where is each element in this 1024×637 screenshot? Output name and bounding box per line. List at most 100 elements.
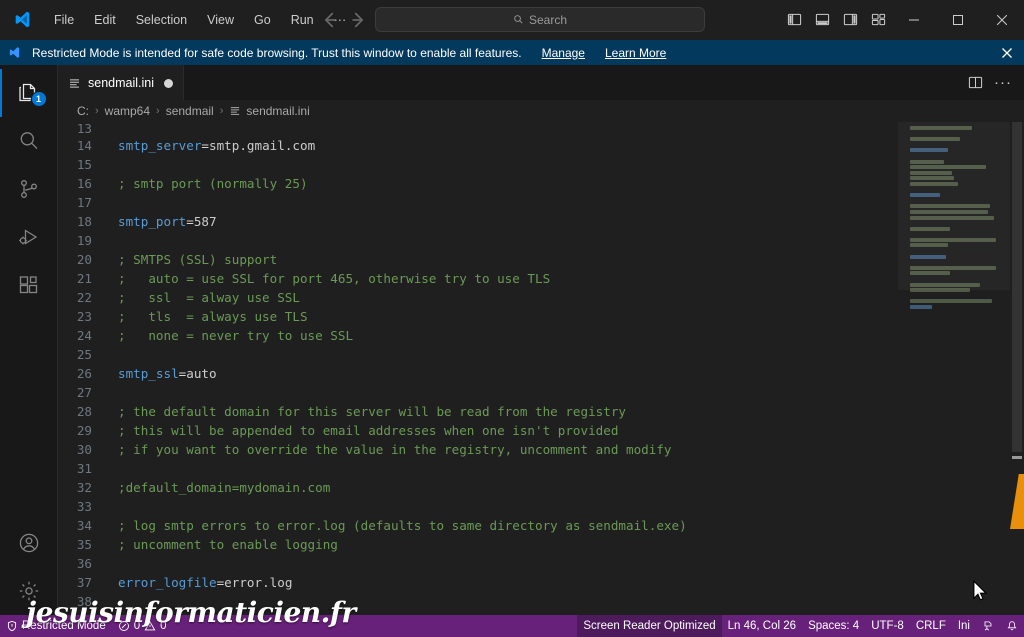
banner-learn-more-link[interactable]: Learn More (605, 45, 666, 61)
search-input[interactable]: Search (375, 7, 705, 32)
code-line[interactable]: 15 (58, 155, 898, 174)
menu-selection[interactable]: Selection (127, 8, 196, 32)
code-line[interactable]: 31 (58, 459, 898, 478)
arrow-left-icon[interactable] (319, 9, 341, 31)
code-token: smtp_ssl (118, 366, 179, 381)
status-eol[interactable]: CRLF (910, 615, 952, 637)
line-number: 37 (76, 575, 92, 590)
status-problems[interactable]: 0 0 (112, 615, 173, 637)
code-line[interactable]: 30 ; if you want to override the value in… (58, 440, 898, 459)
manage-settings-button[interactable] (0, 567, 58, 615)
banner-close-button[interactable] (998, 44, 1016, 62)
code-line[interactable]: 25 (58, 345, 898, 364)
editor-tab-dirty-indicator[interactable] (164, 78, 174, 88)
code-line[interactable]: 23 ; tls = always use TLS (58, 307, 898, 326)
code-line[interactable]: 29 ; this will be appended to email addre… (58, 421, 898, 440)
code-line-text: smtp_ssl=auto (106, 366, 217, 381)
line-number: 14 (76, 138, 92, 153)
menu-file[interactable]: File (45, 8, 83, 32)
editor-tab-sendmail-ini[interactable]: sendmail.ini (58, 65, 185, 100)
code-line[interactable]: 36 (58, 554, 898, 573)
line-number: 38 (76, 594, 92, 609)
code-token: smtp.gmail.com (209, 138, 316, 153)
split-editor-right-button[interactable] (962, 70, 988, 96)
code-line[interactable]: 32 ;default_domain=mydomain.com (58, 478, 898, 497)
code-token: ; none = never try to use SSL (118, 328, 354, 343)
code-line[interactable]: 33 (58, 497, 898, 516)
sidebar-item-source-control[interactable] (0, 165, 58, 213)
code-line[interactable]: 17 (58, 193, 898, 212)
code-line-text: ; smtp port (normally 25) (106, 176, 308, 191)
code-line[interactable]: 20 ; SMTPS (SSL) support (58, 250, 898, 269)
code-line[interactable]: 24 ; none = never try to use SSL (58, 326, 898, 345)
status-notifications[interactable] (1000, 615, 1024, 637)
code-line[interactable]: 22 ; ssl = alway use SSL (58, 288, 898, 307)
window-close-button[interactable] (980, 0, 1024, 40)
code-line[interactable]: 37 error_logfile=error.log (58, 573, 898, 592)
more-actions-button[interactable]: ··· (990, 70, 1016, 96)
window-minimize-button[interactable] (892, 0, 936, 40)
window-maximize-button[interactable] (936, 0, 980, 40)
code-token: ;default_domain=mydomain.com (118, 480, 331, 495)
bell-icon (1007, 621, 1017, 631)
toggle-secondary-sidebar-icon[interactable] (837, 7, 863, 33)
code-token: = (201, 138, 209, 153)
breadcrumb-item-sendmail[interactable]: sendmail (166, 104, 214, 118)
ellipsis-icon: ··· (994, 73, 1012, 91)
code-line[interactable]: 18 smtp_port=587 (58, 212, 898, 231)
debug-icon (18, 229, 37, 245)
arrow-right-icon[interactable] (347, 9, 369, 31)
toggle-panel-icon[interactable] (809, 7, 835, 33)
status-encoding[interactable]: UTF-8 (865, 615, 910, 637)
menu-run[interactable]: Run (282, 8, 323, 32)
code-line-text: ; uncomment to enable logging (106, 537, 338, 552)
customize-layout-icon[interactable] (865, 7, 891, 33)
code-line[interactable]: 26 smtp_ssl=auto (58, 364, 898, 383)
sidebar-item-explorer[interactable]: 1 (0, 69, 58, 117)
status-restricted-mode[interactable]: Restricted Mode (0, 615, 112, 637)
status-language-mode[interactable]: Ini (952, 615, 976, 637)
menu-bar: File Edit Selection View Go Run ··· (44, 0, 356, 40)
breadcrumb-item-drive[interactable]: C: (77, 104, 89, 118)
status-screen-reader[interactable]: Screen Reader Optimized (577, 615, 722, 637)
code-line[interactable]: 27 (58, 383, 898, 402)
workbench-body: 1 sendmail.ini ··· C: › wamp64 › sendmai… (0, 65, 1024, 615)
line-number: 20 (76, 252, 92, 267)
toggle-primary-sidebar-icon[interactable] (781, 7, 807, 33)
scrollbar-thumb[interactable] (1012, 122, 1022, 452)
split-editor-icon (968, 76, 982, 89)
code-line[interactable]: 13 (58, 124, 898, 136)
breadcrumb-item-file[interactable]: sendmail.ini (229, 104, 310, 118)
editor-vertical-scrollbar[interactable] (1010, 122, 1024, 615)
editor-actions: ··· (962, 65, 1024, 100)
code-line[interactable]: 19 (58, 231, 898, 250)
status-feedback[interactable] (976, 615, 1000, 637)
menu-edit[interactable]: Edit (85, 8, 125, 32)
minimap[interactable] (898, 122, 1010, 615)
ini-file-icon (231, 107, 240, 115)
breadcrumb-item-wamp64[interactable]: wamp64 (105, 104, 150, 118)
menu-view[interactable]: View (198, 8, 243, 32)
code-line[interactable]: 34 ; log smtp errors to error.log (defaul… (58, 516, 898, 535)
code-line[interactable]: 16 ; smtp port (normally 25) (58, 174, 898, 193)
code-line[interactable]: 28 ; the default domain for this server w… (58, 402, 898, 421)
shield-icon (7, 620, 17, 632)
line-number: 26 (76, 366, 92, 381)
code-line[interactable]: 21 ; auto = use SSL for port 465, otherwi… (58, 269, 898, 288)
accounts-button[interactable] (0, 519, 58, 567)
minimap-slider[interactable] (898, 122, 1010, 290)
editor-group: sendmail.ini ··· C: › wamp64 › sendmail › send… (58, 65, 1024, 615)
line-number: 33 (76, 499, 92, 514)
code-line[interactable]: 35 ; uncomment to enable logging (58, 535, 898, 554)
code-line[interactable]: 14 smtp_server=smtp.gmail.com (58, 136, 898, 155)
code-editor[interactable]: 13 14 smtp_server=smtp.gmail.com 15 16; smtp… (58, 122, 1024, 615)
sidebar-item-extensions[interactable] (0, 261, 58, 309)
status-cursor-position[interactable]: Ln 46, Col 26 (722, 615, 802, 637)
minimap-line (910, 299, 992, 304)
status-indentation[interactable]: Spaces: 4 (802, 615, 865, 637)
banner-manage-link[interactable]: Manage (542, 45, 585, 61)
menu-go[interactable]: Go (245, 8, 280, 32)
sidebar-item-search[interactable] (0, 117, 58, 165)
code-line[interactable]: 38 (58, 592, 898, 611)
sidebar-item-run-debug[interactable] (0, 213, 58, 261)
